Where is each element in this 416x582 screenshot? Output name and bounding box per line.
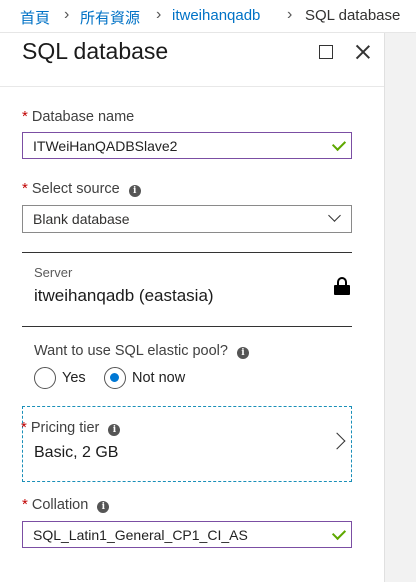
elastic-pool-not-now-option[interactable]: Not now (104, 366, 185, 390)
radio-yes-label: Yes (62, 370, 86, 386)
maximize-icon[interactable] (319, 45, 333, 59)
blade-title: SQL database (22, 38, 169, 64)
breadcrumb-all-resources[interactable]: 所有資源 (80, 7, 140, 28)
breadcrumb-server[interactable]: itweihanqadb (172, 7, 260, 24)
elastic-pool-question-text: Want to use SQL elastic pool? (34, 343, 228, 359)
collation-label: * Collation i (22, 496, 110, 513)
pricing-tier-label-text: Pricing tier (30, 420, 100, 436)
database-name-value: ITWeiHanQADBSlave2 (33, 138, 178, 154)
blade-scroll-strip (384, 33, 416, 582)
server-label: Server (34, 265, 73, 280)
chevron-right-icon: › (156, 6, 162, 23)
breadcrumb: 首頁 › 所有資源 › itweihanqadb › SQL database (0, 0, 416, 33)
info-icon[interactable]: i (97, 501, 110, 513)
collation-field[interactable]: SQL_Latin1_General_CP1_CI_AS (22, 521, 352, 548)
select-source-dropdown[interactable]: Blank database (22, 205, 352, 233)
database-name-label: * Database name (22, 108, 134, 125)
select-source-label: * Select source i (22, 180, 141, 197)
info-icon[interactable]: i (128, 185, 141, 197)
radio-not-now[interactable] (104, 367, 126, 389)
pricing-tier-label: * Pricing tier i (21, 419, 121, 436)
chevron-right-icon: › (64, 6, 70, 23)
collation-label-text: Collation (31, 497, 89, 513)
elastic-pool-question: Want to use SQL elastic pool? i (34, 343, 250, 359)
select-source-value: Blank database (33, 211, 130, 227)
radio-not-now-label: Not now (132, 370, 186, 386)
pricing-tier-selector[interactable]: * Pricing tier i Basic, 2 GB (21, 406, 352, 482)
close-icon[interactable] (353, 42, 373, 62)
radio-yes[interactable] (34, 367, 56, 389)
required-asterisk: * (21, 419, 27, 436)
required-asterisk: * (22, 108, 28, 125)
server-value: itweihanqadb (eastasia) (34, 286, 214, 305)
info-icon[interactable]: i (108, 424, 121, 436)
info-icon[interactable]: i (237, 347, 250, 359)
section-divider (22, 326, 352, 327)
required-asterisk: * (22, 180, 28, 197)
pricing-tier-value: Basic, 2 GB (34, 444, 119, 461)
collation-value: SQL_Latin1_General_CP1_CI_AS (33, 527, 248, 543)
chevron-right-icon: › (287, 6, 293, 23)
section-divider (22, 252, 352, 253)
checkmark-icon (331, 525, 347, 541)
lock-icon (334, 277, 350, 295)
breadcrumb-current: SQL database (305, 7, 401, 24)
title-divider (0, 86, 384, 87)
database-name-field[interactable]: ITWeiHanQADBSlave2 (22, 132, 352, 159)
database-name-label-text: Database name (31, 109, 135, 125)
checkmark-icon (331, 136, 347, 152)
breadcrumb-home[interactable]: 首頁 (20, 7, 50, 28)
select-source-label-text: Select source (31, 181, 120, 197)
chevron-down-icon (328, 209, 341, 222)
required-asterisk: * (22, 496, 28, 513)
chevron-right-icon (328, 432, 346, 450)
elastic-pool-yes-option[interactable]: Yes (34, 366, 86, 390)
